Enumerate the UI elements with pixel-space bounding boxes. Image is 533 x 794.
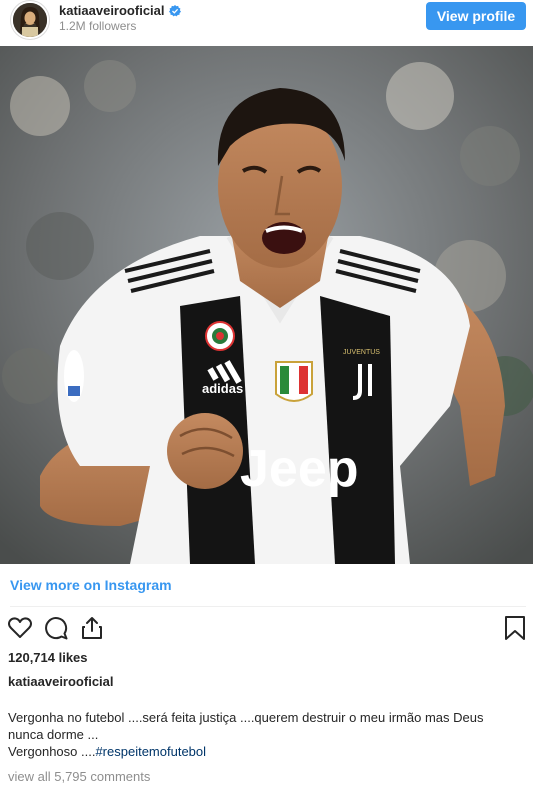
jeep-sponsor-text: Jeep	[240, 440, 359, 498]
view-more-on-instagram-link[interactable]: View more on Instagram	[10, 577, 172, 593]
view-all-comments-link[interactable]: view all 5,795 comments	[8, 769, 150, 784]
juventus-crest-text: JUVENTUS	[343, 349, 380, 356]
divider	[10, 606, 526, 607]
header-username[interactable]: katiaaveirooficial	[59, 3, 181, 18]
hashtag-link[interactable]: #respeitemofutebol	[95, 744, 206, 759]
likes-count[interactable]: 120,714 likes	[8, 650, 88, 665]
view-profile-button[interactable]: View profile	[426, 2, 526, 30]
caption-username[interactable]: katiaaveirooficial	[8, 674, 114, 689]
caption-line-3: Vergonhoso ....#respeitemofutebol	[8, 743, 518, 760]
followers-count: 1.2M followers	[59, 19, 137, 33]
share-icon[interactable]	[79, 615, 105, 641]
heart-icon[interactable]	[7, 615, 33, 641]
verified-badge-icon	[168, 4, 181, 17]
adidas-logo-text: adidas	[202, 381, 243, 396]
comment-icon[interactable]	[43, 615, 69, 641]
bookmark-icon[interactable]	[502, 615, 528, 641]
avatar[interactable]	[11, 1, 49, 39]
caption-line-3-text: Vergonhoso ....	[8, 744, 96, 759]
caption-line-1: Vergonha no futebol ....será feita justi…	[8, 710, 484, 725]
post-caption: Vergonha no futebol ....será feita justi…	[8, 709, 518, 760]
post-image[interactable]: adidas JUVENTUS Jeep	[0, 46, 533, 564]
post-header: katiaaveirooficial 1.2M followers View p…	[0, 0, 533, 46]
caption-line-2: nunca dorme ...	[8, 727, 99, 742]
username-text[interactable]: katiaaveirooficial	[59, 3, 165, 18]
